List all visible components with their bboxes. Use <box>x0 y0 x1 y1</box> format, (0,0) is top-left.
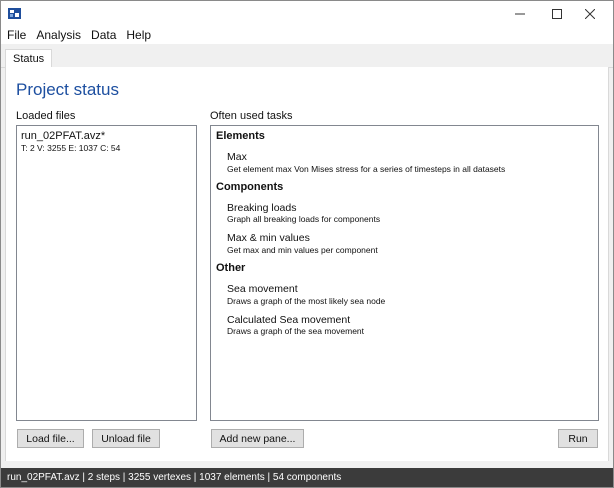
task-max-min-values[interactable]: Max & min values <box>227 232 310 244</box>
tab-status[interactable]: Status <box>5 49 53 69</box>
tasks-panel: Elements Max Get element max Von Mises s… <box>210 125 599 421</box>
group-title-components: Components <box>216 181 284 193</box>
menu-bar: File Analysis Data Help <box>1 26 613 44</box>
task-calculated-sea-movement-desc: Draws a graph of the sea movement <box>227 326 365 336</box>
maximize-icon <box>552 8 562 19</box>
task-breaking-loads[interactable]: Breaking loads <box>227 202 296 214</box>
menu-help[interactable]: Help <box>121 26 156 44</box>
task-max[interactable]: Max <box>227 151 247 163</box>
add-new-pane-button[interactable]: Add new pane... <box>211 429 304 448</box>
group-title-elements: Elements <box>216 130 265 142</box>
load-file-button[interactable]: Load file... <box>17 429 84 448</box>
menu-file[interactable]: File <box>1 26 31 44</box>
run-button[interactable]: Run <box>558 429 598 448</box>
loaded-files-list[interactable]: run_02PFAT.avz* T: 2 V: 3255 E: 1037 C: … <box>16 125 197 421</box>
unload-file-button[interactable]: Unload file <box>92 429 160 448</box>
close-icon <box>585 8 595 19</box>
status-bar: run_02PFAT.avz | 2 steps | 3255 vertexes… <box>1 468 613 487</box>
loaded-files-label: Loaded files <box>16 110 76 122</box>
loaded-file-stats: T: 2 V: 3255 E: 1037 C: 54 <box>21 143 121 153</box>
task-sea-movement[interactable]: Sea movement <box>227 283 298 295</box>
close-button[interactable] <box>567 1 613 26</box>
task-breaking-loads-desc: Graph all breaking loads for components <box>227 214 381 224</box>
task-max-desc: Get element max Von Mises stress for a s… <box>227 164 506 174</box>
task-calculated-sea-movement[interactable]: Calculated Sea movement <box>227 314 350 326</box>
tab-strip: Status <box>1 44 613 69</box>
app-window: File Analysis Data Help Status Project s… <box>0 0 614 488</box>
menu-analysis[interactable]: Analysis <box>31 26 86 44</box>
loaded-file-name[interactable]: run_02PFAT.avz* <box>21 130 105 142</box>
page-title: Project status <box>16 80 119 99</box>
status-page: Project status Loaded files run_02PFAT.a… <box>5 67 609 461</box>
task-sea-movement-desc: Draws a graph of the most likely sea nod… <box>227 296 386 306</box>
app-logo-icon <box>8 8 21 19</box>
title-bar <box>1 1 613 26</box>
minimize-icon <box>515 13 525 14</box>
often-used-tasks-label: Often used tasks <box>210 110 293 122</box>
menu-data[interactable]: Data <box>86 26 121 44</box>
task-max-min-values-desc: Get max and min values per component <box>227 245 378 255</box>
group-title-other: Other <box>216 262 246 274</box>
